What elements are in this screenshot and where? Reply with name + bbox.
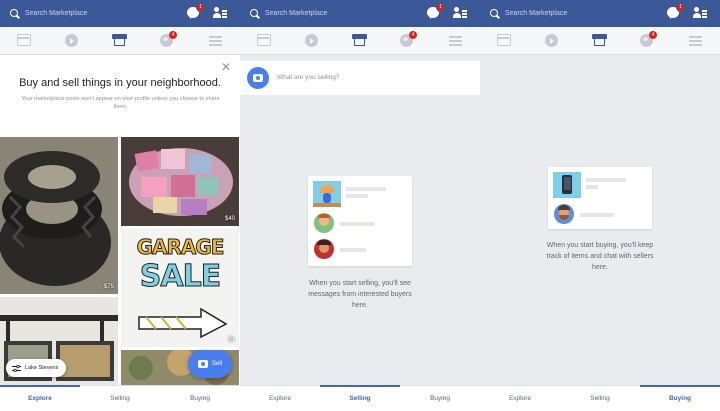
- search-input[interactable]: Search Marketplace: [265, 10, 327, 17]
- listing-tile[interactable]: $40: [121, 137, 239, 226]
- tires-photo: [0, 137, 118, 294]
- top-bar: Search Marketplace 1: [480, 0, 720, 27]
- search-input[interactable]: Search Marketplace: [505, 10, 567, 17]
- promo-subtitle: Your marketplace posts won't appear on y…: [21, 96, 220, 110]
- garage-sign-line1: GARAGE: [136, 235, 225, 260]
- active-tab-indicator: [320, 385, 400, 387]
- close-icon[interactable]: ✕: [221, 61, 231, 73]
- compose-listing[interactable]: What are you selling?: [240, 61, 480, 95]
- tab-buying[interactable]: Buying: [160, 395, 240, 402]
- seller-avatar: [554, 204, 574, 224]
- tab-explore[interactable]: Explore: [480, 395, 560, 402]
- buying-screen: Search Marketplace 1 4 When you start bu: [480, 0, 720, 411]
- notifications-badge: 4: [169, 31, 177, 39]
- tab-explore[interactable]: Explore: [240, 395, 320, 402]
- sell-button[interactable]: Sell: [188, 350, 232, 378]
- camera-button[interactable]: [247, 67, 269, 89]
- compose-input[interactable]: What are you selling?: [277, 74, 340, 81]
- search-icon: [490, 8, 500, 19]
- garage-sign-line2: SALE: [139, 259, 221, 295]
- marketplace-icon[interactable]: [592, 34, 607, 46]
- menu-icon[interactable]: [449, 36, 462, 46]
- video-icon[interactable]: [545, 34, 558, 47]
- tab-selling[interactable]: Selling: [80, 395, 160, 402]
- marketplace-icon[interactable]: [352, 34, 367, 46]
- promo-title: Buy and sell things in your neighborhood…: [19, 77, 221, 89]
- listing-tile[interactable]: $75: [0, 137, 118, 294]
- location-label: Lake Stevens: [25, 365, 59, 371]
- lamp-thumbnail: [313, 181, 341, 207]
- friends-icon[interactable]: [213, 7, 227, 19]
- filter-icon: [12, 364, 21, 372]
- bottom-nav: Explore Selling Buying: [240, 385, 480, 411]
- menu-icon[interactable]: [689, 36, 702, 46]
- selling-screen: Search Marketplace 1 4 What are you sell…: [240, 0, 480, 411]
- news-feed-icon[interactable]: [17, 34, 31, 46]
- tab-bar: 4: [480, 27, 720, 55]
- tab-bar: 4: [240, 27, 480, 55]
- buyer-avatar: [314, 239, 334, 259]
- tab-buying[interactable]: Buying: [640, 395, 720, 402]
- tab-explore[interactable]: Explore: [0, 395, 80, 402]
- tab-buying[interactable]: Buying: [400, 395, 480, 402]
- menu-icon[interactable]: [209, 36, 222, 46]
- marketplace-icon[interactable]: [112, 34, 127, 46]
- bottom-nav: Explore Selling Buying: [0, 385, 240, 411]
- camera-icon: [253, 74, 263, 82]
- friends-icon[interactable]: [693, 7, 707, 19]
- search-icon: [10, 8, 20, 19]
- messages-badge: 1: [436, 3, 445, 12]
- empty-state-message: When you start selling, you'll see messa…: [308, 280, 412, 309]
- listing-price: $75: [103, 284, 114, 290]
- tab-selling[interactable]: Selling: [320, 395, 400, 402]
- phone-thumbnail: [553, 172, 581, 198]
- tab-bar: 4: [0, 27, 240, 55]
- explore-screen: Search Marketplace 1 4 ✕ Buy and sell th…: [0, 0, 240, 411]
- top-bar: Search Marketplace 1: [240, 0, 480, 27]
- camera-icon: [197, 360, 208, 368]
- friends-icon[interactable]: [453, 7, 467, 19]
- listing-tile[interactable]: GARAGE SALE $1: [121, 229, 239, 347]
- empty-state-illustration: [548, 167, 652, 229]
- notifications-badge: 4: [649, 31, 657, 39]
- location-filter[interactable]: Lake Stevens: [6, 359, 66, 377]
- search-input[interactable]: Search Marketplace: [25, 10, 87, 17]
- tab-selling[interactable]: Selling: [560, 395, 640, 402]
- sell-label: Sell: [211, 361, 222, 367]
- clothes-photo: [121, 137, 239, 226]
- news-feed-icon[interactable]: [257, 34, 271, 46]
- empty-state-message: When you start buying, you'll keep track…: [546, 242, 654, 271]
- buyer-avatar: [314, 213, 334, 233]
- search-bar[interactable]: Search Marketplace: [490, 7, 660, 20]
- top-bar: Search Marketplace 1: [0, 0, 240, 27]
- video-icon[interactable]: [65, 34, 78, 47]
- active-tab-indicator: [0, 385, 80, 387]
- search-icon: [250, 8, 260, 19]
- messages-badge: 1: [196, 3, 205, 12]
- notifications-badge: 4: [409, 31, 417, 39]
- news-feed-icon[interactable]: [497, 34, 511, 46]
- bottom-nav: Explore Selling Buying: [480, 385, 720, 411]
- search-bar[interactable]: Search Marketplace: [10, 7, 180, 20]
- video-icon[interactable]: [305, 34, 318, 47]
- listing-price: $1: [228, 337, 235, 343]
- messages-badge: 1: [676, 3, 685, 12]
- search-bar[interactable]: Search Marketplace: [250, 7, 420, 20]
- promo-card: ✕ Buy and sell things in your neighborho…: [0, 55, 240, 135]
- empty-state-illustration: [308, 176, 412, 266]
- active-tab-indicator: [640, 385, 720, 387]
- listing-price: $40: [224, 216, 235, 222]
